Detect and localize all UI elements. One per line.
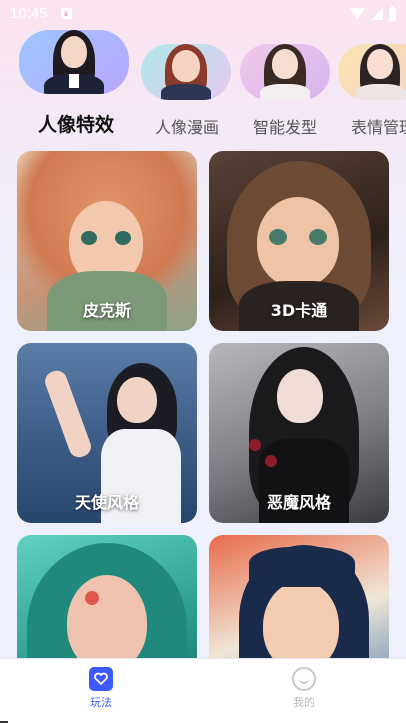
card-label: 3D卡通 [270, 301, 328, 320]
tab-label: 人像漫画 [155, 118, 220, 137]
tab-thumbnail [19, 30, 129, 94]
category-tabs: 人像特效 人像漫画 智能发型 表情管理 [0, 30, 406, 140]
nav-item-play[interactable]: 玩法 [61, 667, 141, 710]
card-label: 恶魔风格 [266, 493, 331, 512]
tab-label: 人像特效 [38, 114, 115, 136]
tab-portrait-comic[interactable]: 人像漫画 [141, 30, 231, 140]
nav-item-me[interactable]: 我的 [264, 667, 344, 710]
tab-thumbnail [141, 44, 231, 100]
tab-label: 表情管理 [351, 118, 406, 137]
battery-icon [389, 5, 396, 21]
style-card-angel[interactable]: 天使风格 [17, 343, 197, 523]
nav-label-me: 我的 [293, 696, 315, 709]
status-icons [349, 5, 396, 22]
tab-portrait-effects[interactable]: 人像特效 [19, 30, 131, 140]
tab-thumbnail [338, 44, 406, 100]
smile-icon [292, 667, 316, 691]
tab-label: 智能发型 [253, 118, 318, 137]
status-bar: 10:45 [0, 0, 406, 28]
status-time: 10:45 [10, 5, 48, 22]
tab-thumbnail [240, 44, 330, 100]
heart-chat-icon [89, 667, 113, 691]
tab-smart-hairstyle[interactable]: 智能发型 [240, 30, 330, 140]
signal-icon [371, 8, 383, 20]
notification-icon [61, 8, 72, 19]
style-card-demon[interactable]: 恶魔风格 [209, 343, 389, 523]
card-label: 天使风格 [74, 493, 139, 512]
tab-expression[interactable]: 表情管理 [338, 30, 406, 140]
bottom-nav: 玩法 我的 [0, 658, 406, 723]
style-card-pixar[interactable]: 皮克斯 [17, 151, 197, 331]
wifi-icon [349, 8, 365, 20]
nav-label-play: 玩法 [90, 696, 112, 709]
style-card-3d-cartoon[interactable]: 3D卡通 [209, 151, 389, 331]
card-label: 皮克斯 [82, 301, 131, 320]
